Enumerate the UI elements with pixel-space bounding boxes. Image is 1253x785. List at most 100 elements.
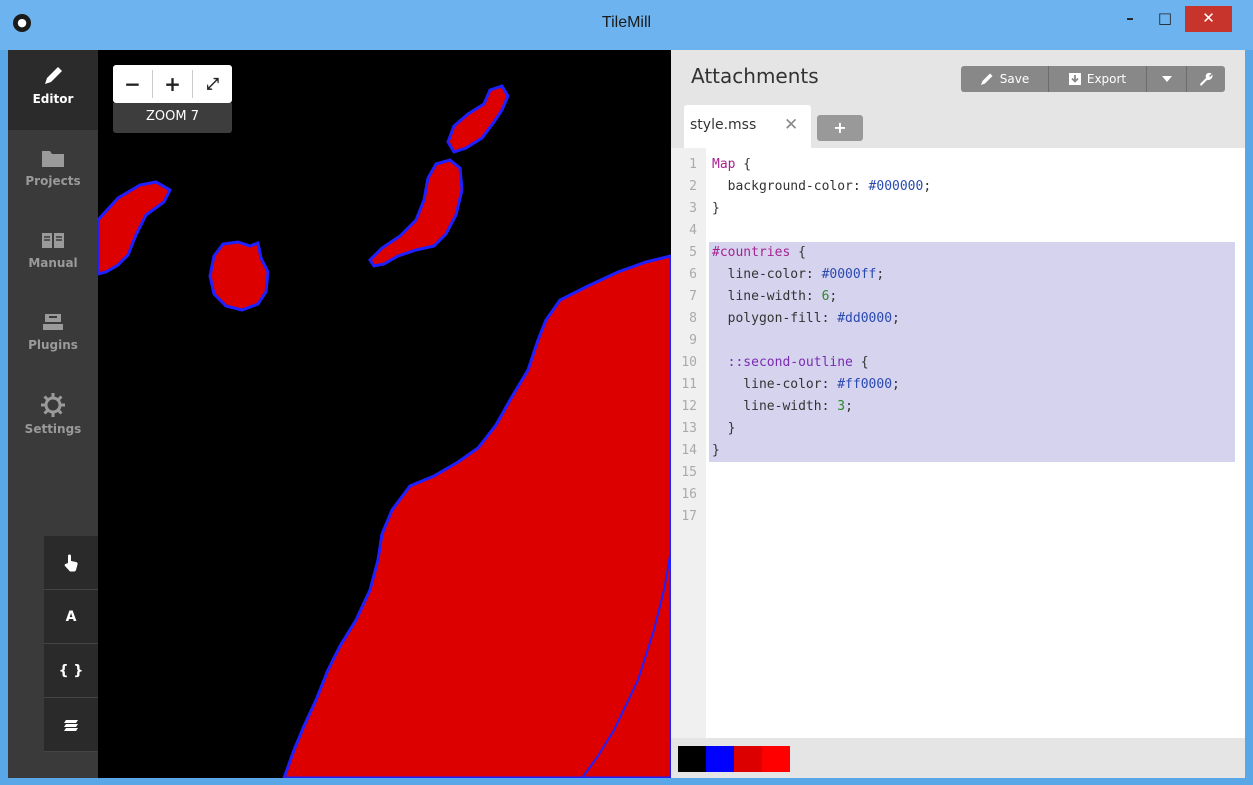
code-text: line-color: #ff0000; xyxy=(712,377,900,392)
map-preview[interactable]: − + ⤢ ZOOM 7 xyxy=(98,50,671,778)
code-text: } xyxy=(712,421,736,436)
close-button[interactable]: ✕ xyxy=(1185,6,1232,32)
code-text: line-color: #0000ff; xyxy=(712,267,885,282)
code-line[interactable]: 8 polygon-fill: #dd0000; xyxy=(689,308,1235,330)
code-line[interactable]: 5 #countries { xyxy=(689,242,1235,264)
line-number: 1 xyxy=(689,157,697,172)
code-line[interactable]: 10 ::second-outline { xyxy=(681,352,1235,374)
code-text: Map { xyxy=(712,157,752,172)
chevron-down-icon xyxy=(1161,76,1172,82)
color-swatch[interactable] xyxy=(706,746,734,772)
sidebar-item-manual[interactable]: Manual xyxy=(8,214,98,294)
line-number: 10 xyxy=(681,355,697,370)
code-text: ::second-outline { xyxy=(727,355,869,370)
code-line[interactable]: 7 line-width: 6; xyxy=(689,286,1235,308)
line-number: 7 xyxy=(689,289,697,304)
island-shape xyxy=(368,158,464,268)
code-line[interactable]: 6 line-color: #0000ff; xyxy=(689,264,1235,286)
line-number: 11 xyxy=(681,377,697,392)
sidebar-nav: Editor Projects Manual Plugins Settings … xyxy=(8,50,98,778)
code-editor[interactable]: 1 Map {2 background-color: #000000; 3} 4 5 #c… xyxy=(671,148,1245,738)
zoom-in-button[interactable]: + xyxy=(153,70,193,98)
sidebar-item-label: Settings xyxy=(24,422,82,436)
code-line[interactable]: 11 line-color: #ff0000; xyxy=(681,374,1235,396)
sidebar-item-label: Projects xyxy=(25,174,81,188)
tab-label: style.mss xyxy=(690,117,757,133)
download-icon xyxy=(1068,73,1081,85)
code-line[interactable]: 2 background-color: #000000; xyxy=(671,176,1245,198)
code-text: background-color: #000000; xyxy=(712,179,932,194)
line-number: 9 xyxy=(689,333,697,348)
export-label: Export xyxy=(1086,72,1127,86)
code-line[interactable]: 1 Map { xyxy=(671,154,1245,176)
gear-icon xyxy=(41,393,65,417)
line-number: 16 xyxy=(681,487,697,502)
hand-icon xyxy=(64,554,78,571)
minimize-button[interactable]: – xyxy=(1115,6,1145,32)
folder-icon xyxy=(42,151,64,167)
sidebar-item-label: Editor xyxy=(32,92,74,106)
close-icon[interactable]: ✕ xyxy=(784,115,798,135)
code-text: #countries { xyxy=(712,245,806,260)
line-number: 2 xyxy=(689,179,697,194)
line-number: 14 xyxy=(681,443,697,458)
line-number: 3 xyxy=(689,201,697,216)
app-client-area: Editor Projects Manual Plugins Settings … xyxy=(8,50,1245,778)
braces-tool-button[interactable]: { } xyxy=(44,644,98,698)
line-number: 12 xyxy=(681,399,697,414)
island-shape xyxy=(98,180,172,276)
zoom-controls: − + ⤢ xyxy=(113,65,232,103)
add-tab-button[interactable]: + xyxy=(817,115,863,141)
map-canvas xyxy=(98,84,671,778)
line-number: 8 xyxy=(689,311,697,326)
title-bar: ● TileMill – □ ✕ xyxy=(0,0,1253,50)
tab-style-mss[interactable]: style.mss ✕ xyxy=(684,105,811,148)
code-line[interactable]: 12 line-width: 3; xyxy=(681,396,1235,418)
code-line[interactable]: 13 } xyxy=(681,418,1235,440)
code-text: } xyxy=(712,443,720,458)
layers-icon xyxy=(64,719,78,731)
sidebar-item-projects[interactable]: Projects xyxy=(8,132,98,212)
fullscreen-button[interactable]: ⤢ xyxy=(193,70,232,98)
maximize-button[interactable]: □ xyxy=(1150,6,1180,32)
pan-tool-button[interactable] xyxy=(44,536,98,590)
island-shape xyxy=(208,240,270,312)
code-line[interactable]: 3} xyxy=(671,198,1245,220)
editor-panel: Attachments Save Export style.mss ✕ + 1 … xyxy=(671,50,1245,778)
zoom-out-button[interactable]: − xyxy=(113,70,153,98)
color-swatch[interactable] xyxy=(734,746,762,772)
settings-button[interactable] xyxy=(1187,66,1225,92)
sidebar-item-settings[interactable]: Settings xyxy=(8,378,98,458)
save-button[interactable]: Save xyxy=(961,66,1049,92)
line-number: 17 xyxy=(681,509,697,524)
code-line[interactable]: 17 xyxy=(671,506,1245,528)
plugin-icon xyxy=(43,314,63,330)
code-text: polygon-fill: #dd0000; xyxy=(712,311,900,326)
code-line[interactable]: 16 xyxy=(671,484,1245,506)
action-bar: Save Export xyxy=(961,66,1225,92)
export-dropdown-button[interactable] xyxy=(1147,66,1187,92)
zoom-level-label: ZOOM 7 xyxy=(113,103,232,133)
book-icon xyxy=(42,233,64,248)
wrench-icon xyxy=(1200,72,1213,86)
color-swatch[interactable] xyxy=(762,746,790,772)
sidebar-item-editor[interactable]: Editor xyxy=(8,50,98,130)
code-line[interactable]: 14} xyxy=(681,440,1235,462)
code-line[interactable]: 15 xyxy=(671,462,1245,484)
code-text: line-width: 3; xyxy=(712,399,853,414)
sidebar-item-label: Manual xyxy=(28,256,78,270)
code-line[interactable]: 4 xyxy=(671,220,1245,242)
code-line[interactable]: 9 xyxy=(689,330,1235,352)
export-button[interactable]: Export xyxy=(1049,66,1147,92)
mainland-shape xyxy=(282,254,671,778)
sidebar-item-plugins[interactable]: Plugins xyxy=(8,296,98,376)
color-swatch[interactable] xyxy=(678,746,706,772)
map-tools: A { } xyxy=(44,536,98,752)
font-tool-button[interactable]: A xyxy=(44,590,98,644)
line-number: 15 xyxy=(681,465,697,480)
save-label: Save xyxy=(999,72,1030,86)
layers-tool-button[interactable] xyxy=(44,698,98,752)
code-text: } xyxy=(712,201,720,216)
line-number: 5 xyxy=(689,245,697,260)
line-number: 13 xyxy=(681,421,697,436)
